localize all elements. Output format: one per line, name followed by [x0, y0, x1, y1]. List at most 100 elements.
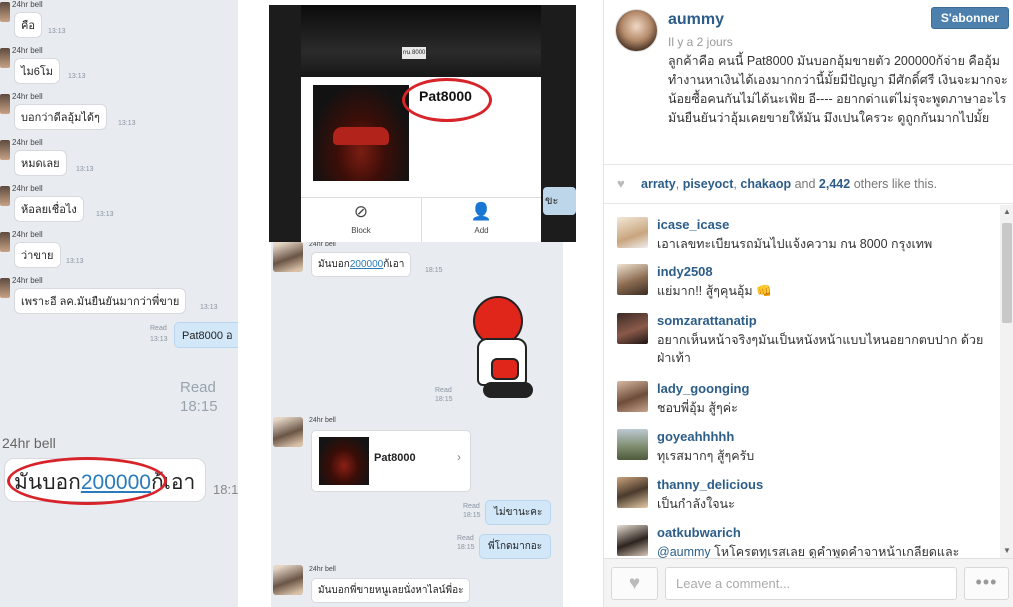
comment-username[interactable]: indy2508: [657, 264, 713, 279]
message-time: 13:13: [118, 120, 136, 127]
message-time: 13:13: [68, 73, 86, 80]
like-button[interactable]: ♥: [611, 567, 658, 600]
message-time-large: 18:1: [213, 482, 238, 497]
avatar: [0, 278, 10, 298]
chat-bubble: หมดเลย: [14, 150, 67, 176]
divider: [604, 164, 1013, 165]
more-options-button[interactable]: •••: [964, 567, 1009, 600]
avatar[interactable]: [617, 313, 648, 344]
comment-username[interactable]: somzarattanatip: [657, 313, 757, 328]
comment-text: แย่มาก!! สู้ๆคุนอุ้ม 👊: [657, 284, 772, 298]
sender-name-large: 24hr bell: [2, 435, 56, 451]
avatar: [273, 242, 303, 272]
block-action: ⊘ Block: [301, 198, 421, 242]
post-timestamp[interactable]: Il y a 2 jours: [668, 35, 733, 49]
chat-bubble: ห้อลยเชื่อไง: [14, 196, 84, 222]
sender-name: 24hr bell: [12, 230, 43, 239]
highlight-oval: [7, 457, 167, 505]
likes-count[interactable]: 2,442: [819, 177, 850, 191]
comment-username[interactable]: oatkubwarich: [657, 525, 741, 540]
mention-link[interactable]: @aummy: [657, 545, 711, 559]
read-receipt: Read 13:13: [150, 325, 168, 343]
avatar: [0, 186, 10, 206]
message-time: 13:13: [76, 166, 94, 173]
comment-text: ชอบพี่อุ้ม สู้ๆค่ะ: [657, 401, 738, 415]
read-receipt: Read 18:15: [463, 503, 481, 519]
avatar: [0, 232, 10, 252]
comment-username[interactable]: thanny_delicious: [657, 477, 763, 492]
sent-bubble: Pat8000 อ: [174, 322, 238, 348]
comment-input[interactable]: [665, 567, 957, 600]
avatar[interactable]: [617, 429, 648, 460]
chevron-right-icon: ›: [457, 450, 461, 464]
read-receipt: Read 18:15: [457, 535, 475, 551]
chat-bubble: เพราะอี ลค.มันยืนยันมากว่าพี่ขาย: [14, 288, 187, 314]
chat-bubble: ว่าขาย: [14, 242, 61, 268]
message-time: 13:13: [96, 211, 114, 218]
comment-text: @aummy โหโครตทุเรสเลย ดูคำพูดคำจาหน้าเกล…: [657, 545, 960, 559]
avatar[interactable]: [617, 477, 648, 508]
read-receipt-large: Read 18:15: [180, 379, 218, 415]
chat-bubble: ไม6โม: [14, 58, 61, 84]
comments-list: icase_icase เอาเลขทะเบียนรถมันไปแจ้งความ…: [604, 204, 999, 559]
likes-summary: arraty, piseyoct, chakaop and 2,442 othe…: [641, 177, 938, 191]
car-rear-photo: [301, 5, 541, 83]
chat-screenshot-middle: 24hr bell มันบอก200000ก้เอา 18:15 Read 1…: [271, 242, 563, 607]
avatar: [273, 417, 303, 447]
comment-text: อยากเห็นหน้าจริงๆมันเป็นหนังหน้าแบบไหนอย…: [657, 333, 984, 365]
liker-link[interactable]: arraty: [641, 177, 676, 191]
sender-name: 24hr bell: [12, 92, 43, 101]
sender-name: 24hr bell: [12, 276, 43, 285]
avatar[interactable]: [617, 525, 648, 556]
scroll-down-arrow-icon[interactable]: ▼: [1000, 544, 1013, 558]
sent-bubble: พี่โกดมากอะ: [479, 534, 552, 559]
scroll-up-arrow-icon[interactable]: ▲: [1000, 205, 1013, 219]
avatar[interactable]: [617, 381, 648, 412]
block-icon: ⊘: [353, 202, 369, 221]
comments-scrollbar[interactable]: ▲ ▼: [1000, 205, 1013, 558]
follow-button[interactable]: S'abonner: [931, 7, 1009, 29]
scrollbar-thumb[interactable]: [1002, 223, 1012, 323]
contact-card-photo: [319, 437, 369, 485]
sender-name: 24hr bell: [309, 242, 336, 248]
contact-card-name: Pat8000: [374, 452, 416, 464]
comment-bar: ♥ •••: [604, 558, 1013, 607]
heart-icon: ♥: [617, 176, 625, 191]
liker-link[interactable]: chakaop: [740, 177, 791, 191]
avatar: [0, 48, 10, 68]
avatar: [0, 140, 10, 160]
comment-username[interactable]: icase_icase: [657, 217, 729, 232]
avatar: [0, 2, 10, 22]
chat-bubble: มันบอกพี่ขายหนูเลยนั่งหาไลน์พี่อะ: [311, 578, 471, 603]
sender-name: 24hr bell: [12, 138, 43, 147]
sender-name: 24hr bell: [12, 184, 43, 193]
read-receipt: Read 18:15: [435, 387, 453, 403]
post-author-username[interactable]: aummy: [668, 11, 724, 29]
message-time: 13:13: [66, 258, 84, 265]
comment-username[interactable]: lady_goonging: [657, 381, 749, 396]
liker-link[interactable]: piseyoct: [683, 177, 734, 191]
avatar[interactable]: [617, 217, 648, 248]
profile-car-photo: [313, 85, 409, 181]
avatar[interactable]: [617, 264, 648, 295]
comment-username[interactable]: goyeahhhhh: [657, 429, 734, 444]
add-user-icon: 👤: [470, 202, 493, 221]
avatar: [0, 94, 10, 114]
sender-name: 24hr bell: [309, 566, 336, 573]
comment-text: เอาเลขทะเบียนรถมันไปแจ้งความ กน 8000 กรุ…: [657, 237, 933, 251]
post-sidebar: aummy Il y a 2 jours S'abonner ลูกค้าคือ…: [603, 0, 1013, 607]
chat-screenshot-left: 24hr bell คือ 13:13 24hr bell ไม6โม 13:1…: [0, 0, 238, 607]
chat-bubble: บอกว่าดีลอุ้มได้ๆ: [14, 104, 107, 130]
avatar[interactable]: [615, 9, 658, 52]
chat-bubble: คือ: [14, 12, 42, 38]
side-bubble: ขะ: [543, 187, 576, 215]
comment-text: ทุเรสมากๆ สู้ๆครับ: [657, 449, 755, 463]
profile-actions: ⊘ Block 👤 Add: [301, 197, 541, 242]
highlight-oval: [402, 78, 492, 122]
message-time: 13:13: [200, 304, 218, 311]
message-time: 13:13: [48, 28, 66, 35]
sender-name: 24hr bell: [309, 417, 336, 424]
instagram-post-view: 24hr bell คือ 13:13 24hr bell ไม6โม 13:1…: [0, 0, 1013, 607]
sticker: [467, 296, 545, 406]
comment-text: เป็นกำลังใจนะ: [657, 497, 735, 511]
